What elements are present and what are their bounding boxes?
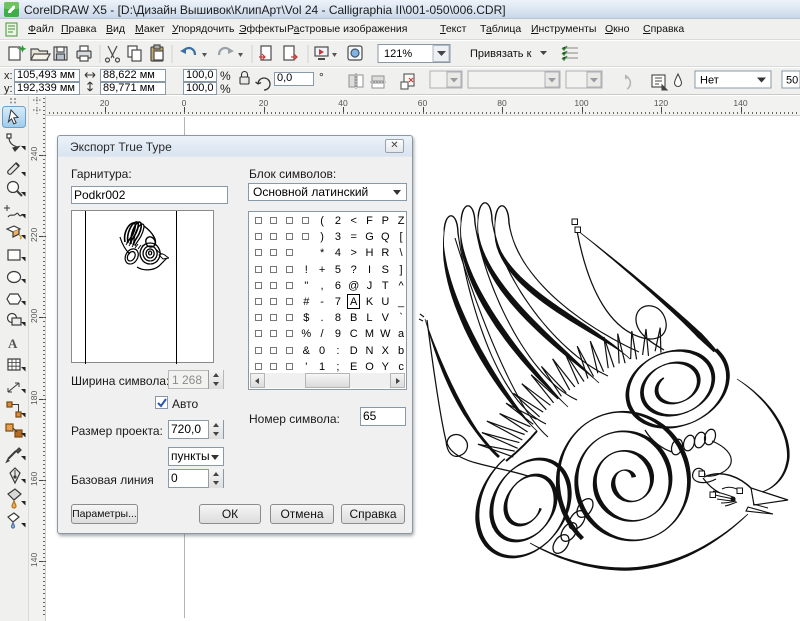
- svg-text:Привязать к: Привязать к: [470, 48, 532, 60]
- svg-text:A: A: [8, 336, 18, 351]
- svg-text:50: 50: [786, 75, 798, 87]
- svg-text:Нет: Нет: [700, 75, 719, 87]
- svg-text:121%: 121%: [384, 48, 412, 60]
